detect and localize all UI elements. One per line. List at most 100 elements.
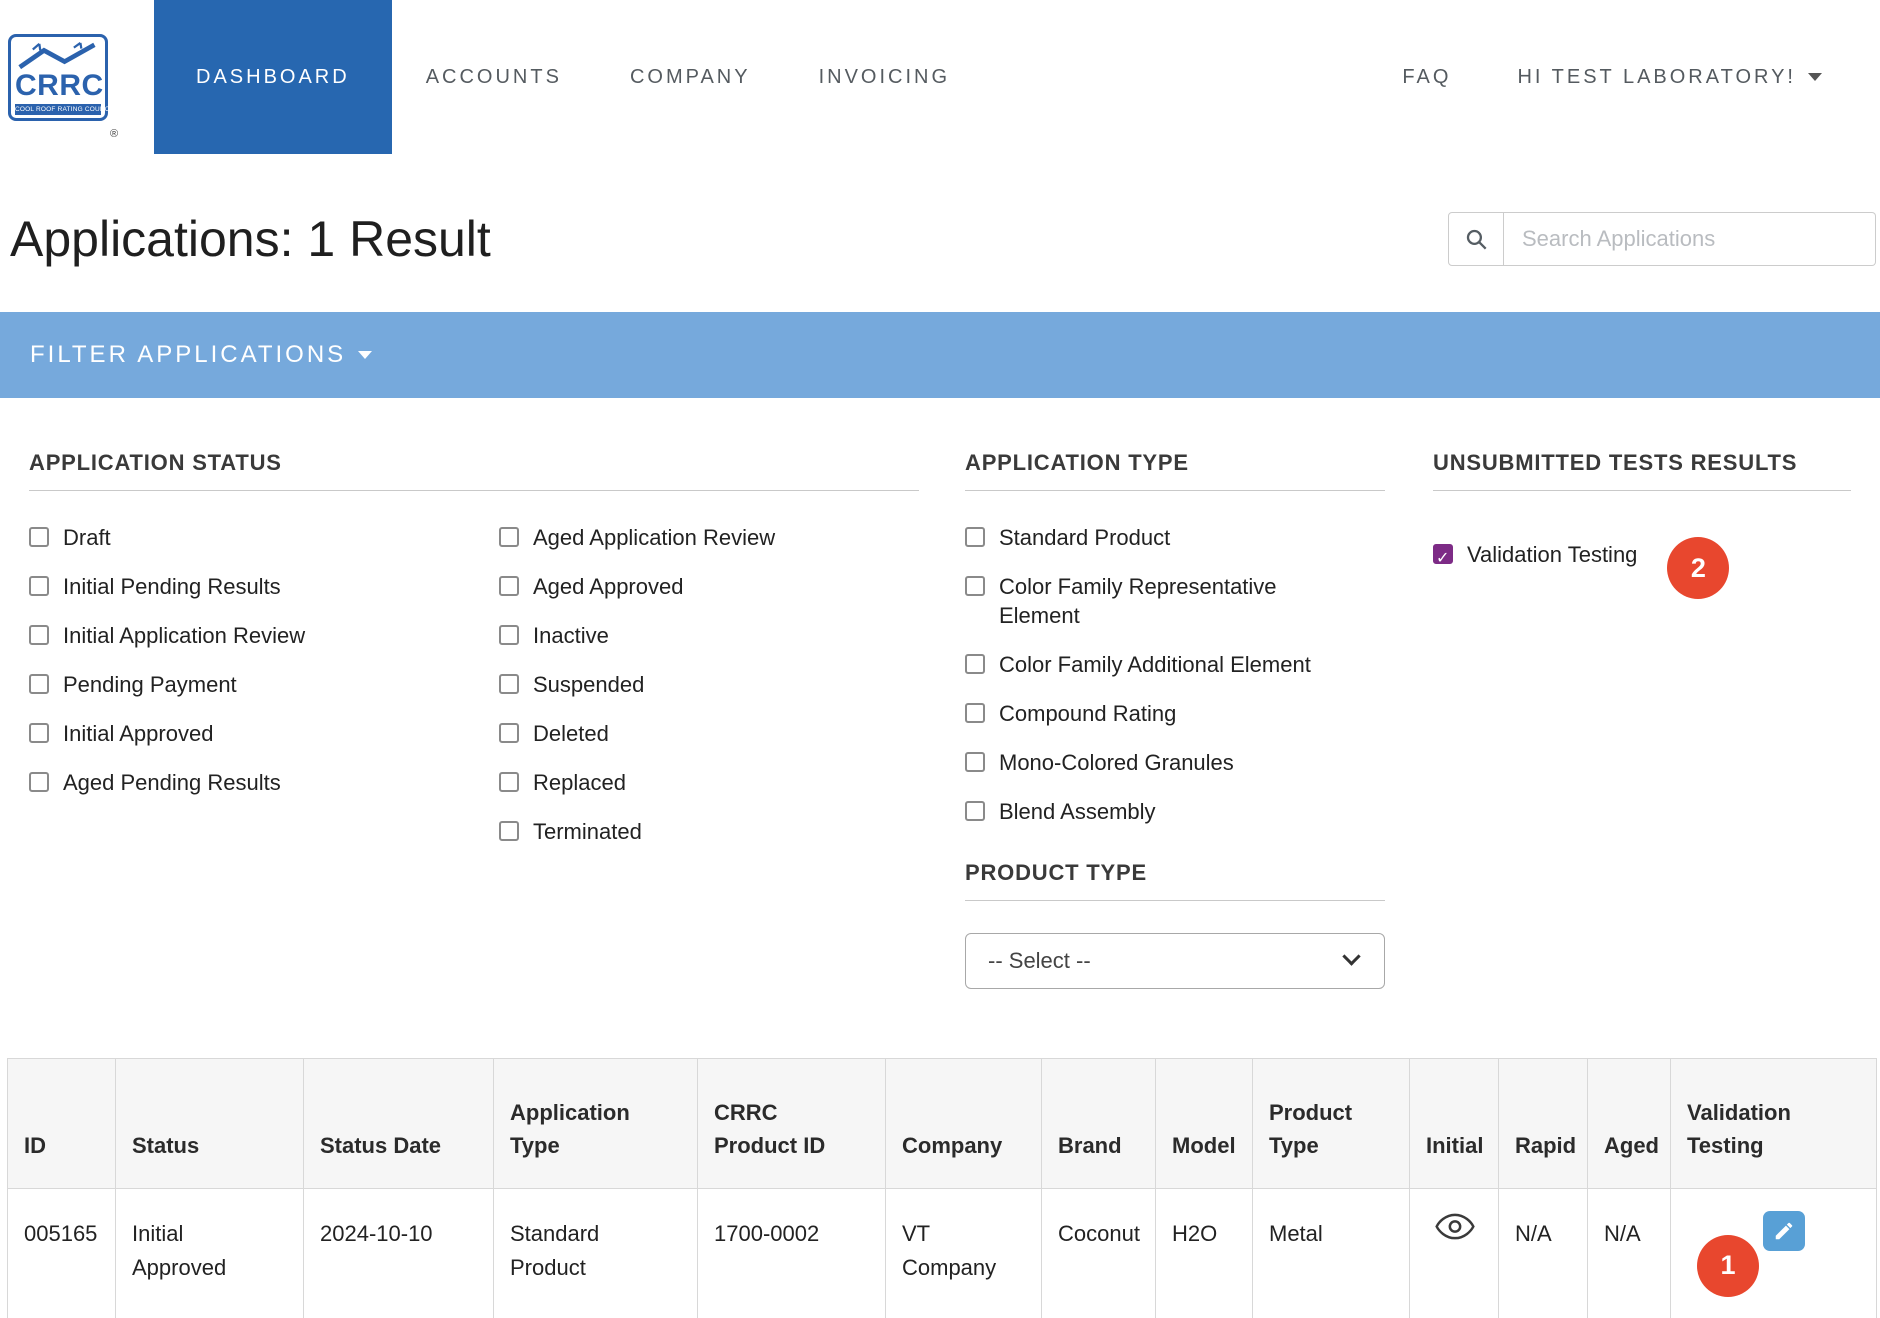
checkbox[interactable] bbox=[965, 703, 985, 723]
checkbox[interactable] bbox=[965, 752, 985, 772]
roof-icon bbox=[15, 42, 101, 70]
checkbox[interactable] bbox=[499, 527, 519, 547]
nav-company[interactable]: COMPANY bbox=[596, 0, 785, 154]
checkbox[interactable] bbox=[499, 576, 519, 596]
cell-brand: Coconut bbox=[1042, 1189, 1156, 1318]
view-initial-button[interactable] bbox=[1435, 1213, 1475, 1243]
checkbox[interactable] bbox=[965, 801, 985, 821]
filter-initial-application-review[interactable]: Initial Application Review bbox=[29, 621, 499, 650]
logo-subtext: COOL ROOF RATING COUNCIL bbox=[15, 104, 101, 115]
checkbox[interactable] bbox=[29, 527, 49, 547]
filter-aged-pending-results[interactable]: Aged Pending Results bbox=[29, 768, 499, 797]
checkbox[interactable] bbox=[29, 576, 49, 596]
unsubmitted-tests-heading: UNSUBMITTED TESTS RESULTS bbox=[1433, 450, 1851, 491]
filter-applications-toggle[interactable]: FILTER APPLICATIONS bbox=[0, 312, 1880, 398]
column-header-company: Company bbox=[886, 1059, 1042, 1189]
cell-initial bbox=[1410, 1189, 1499, 1318]
application-type-section: APPLICATION TYPE Standard Product Color … bbox=[965, 450, 1385, 989]
logo-text: CRRC bbox=[15, 71, 101, 101]
column-header-model: Model bbox=[1156, 1059, 1253, 1189]
nav-faq[interactable]: FAQ bbox=[1402, 66, 1451, 89]
validation-testing-checkbox[interactable] bbox=[1433, 544, 1453, 564]
filter-draft[interactable]: Draft bbox=[29, 523, 499, 552]
filter-initial-pending-results[interactable]: Initial Pending Results bbox=[29, 572, 499, 601]
page-head: Applications: 1 Result bbox=[0, 154, 1880, 268]
search-icon bbox=[1465, 228, 1488, 251]
applications-table: ID Status Status Date Application Type C… bbox=[7, 1058, 1877, 1318]
filter-bar-label: FILTER APPLICATIONS bbox=[30, 341, 346, 369]
product-type-heading: PRODUCT TYPE bbox=[965, 860, 1385, 901]
filter-aged-approved[interactable]: Aged Approved bbox=[499, 572, 919, 601]
filter-terminated[interactable]: Terminated bbox=[499, 817, 919, 846]
filter-panel: APPLICATION STATUS Draft Initial Pending… bbox=[0, 398, 1880, 1058]
cell-application-type: Standard Product bbox=[494, 1189, 698, 1318]
crrc-logo[interactable]: CRRC COOL ROOF RATING COUNCIL ® bbox=[0, 0, 154, 154]
application-status-section: APPLICATION STATUS Draft Initial Pending… bbox=[29, 450, 919, 866]
checkbox[interactable] bbox=[29, 723, 49, 743]
checkbox[interactable] bbox=[29, 674, 49, 694]
checkbox[interactable] bbox=[29, 772, 49, 792]
column-header-application-type: Application Type bbox=[494, 1059, 698, 1189]
column-header-status: Status bbox=[116, 1059, 304, 1189]
cell-aged: N/A bbox=[1588, 1189, 1671, 1318]
filter-initial-approved[interactable]: Initial Approved bbox=[29, 719, 499, 748]
product-type-select[interactable]: -- Select -- bbox=[965, 933, 1385, 989]
nav-dashboard[interactable]: DASHBOARD bbox=[154, 0, 392, 154]
product-type-selected-value: -- Select -- bbox=[988, 948, 1091, 974]
crrc-logo-box: CRRC COOL ROOF RATING COUNCIL bbox=[8, 34, 108, 121]
filter-compound-rating[interactable]: Compound Rating bbox=[965, 699, 1385, 728]
checkbox[interactable] bbox=[499, 772, 519, 792]
nav-invoicing[interactable]: INVOICING bbox=[785, 0, 984, 154]
column-header-id: ID bbox=[8, 1059, 116, 1189]
column-header-crrc-product-id: CRRC Product ID bbox=[698, 1059, 886, 1189]
cell-model: H2O bbox=[1156, 1189, 1253, 1318]
table-row: 005165 Initial Approved 2024-10-10 Stand… bbox=[8, 1189, 1877, 1318]
table-header-row: ID Status Status Date Application Type C… bbox=[8, 1059, 1877, 1189]
filter-blend-assembly[interactable]: Blend Assembly bbox=[965, 797, 1385, 826]
validation-testing-row: Validation Testing 2 bbox=[1433, 523, 1851, 585]
checkbox[interactable] bbox=[499, 674, 519, 694]
chevron-down-icon bbox=[358, 351, 372, 359]
column-header-rapid: Rapid bbox=[1499, 1059, 1588, 1189]
checkbox[interactable] bbox=[965, 654, 985, 674]
checkbox[interactable] bbox=[499, 821, 519, 841]
cell-validation-testing: 1 bbox=[1671, 1189, 1877, 1318]
registered-mark: ® bbox=[110, 128, 118, 140]
search-input[interactable] bbox=[1504, 212, 1876, 266]
filter-validation-testing[interactable]: Validation Testing bbox=[1433, 540, 1637, 569]
filter-deleted[interactable]: Deleted bbox=[499, 719, 919, 748]
filter-standard-product[interactable]: Standard Product bbox=[965, 523, 1385, 552]
unsubmitted-tests-section: UNSUBMITTED TESTS RESULTS Validation Tes… bbox=[1433, 450, 1851, 585]
validation-count-badge: 1 bbox=[1697, 1235, 1759, 1297]
filter-mono-colored-granules[interactable]: Mono-Colored Granules bbox=[965, 748, 1385, 777]
checkbox[interactable] bbox=[29, 625, 49, 645]
filter-pending-payment[interactable]: Pending Payment bbox=[29, 670, 499, 699]
chevron-down-icon bbox=[1808, 73, 1822, 81]
column-header-validation-testing: Validation Testing bbox=[1671, 1059, 1877, 1189]
nav-accounts[interactable]: ACCOUNTS bbox=[392, 0, 596, 154]
status-checkbox-column-2: Aged Application Review Aged Approved In… bbox=[499, 523, 919, 866]
user-menu[interactable]: HI TEST LABORATORY! bbox=[1517, 66, 1822, 89]
application-status-heading: APPLICATION STATUS bbox=[29, 450, 919, 491]
edit-validation-button[interactable] bbox=[1763, 1211, 1805, 1251]
checkbox[interactable] bbox=[965, 576, 985, 596]
search-button[interactable] bbox=[1448, 212, 1504, 266]
application-type-heading: APPLICATION TYPE bbox=[965, 450, 1385, 491]
filter-aged-application-review[interactable]: Aged Application Review bbox=[499, 523, 919, 552]
status-checkbox-column-1: Draft Initial Pending Results Initial Ap… bbox=[29, 523, 499, 866]
unsubmitted-count-badge: 2 bbox=[1667, 537, 1729, 599]
filter-inactive[interactable]: Inactive bbox=[499, 621, 919, 650]
checkbox[interactable] bbox=[965, 527, 985, 547]
nav-right: FAQ HI TEST LABORATORY! bbox=[1402, 0, 1880, 154]
filter-suspended[interactable]: Suspended bbox=[499, 670, 919, 699]
chevron-down-icon bbox=[1342, 947, 1360, 965]
filter-color-family-additional-element[interactable]: Color Family Additional Element bbox=[965, 650, 1385, 679]
cell-product-type: Metal bbox=[1253, 1189, 1410, 1318]
cell-status-date: 2024-10-10 bbox=[304, 1189, 494, 1318]
search-group bbox=[1448, 212, 1876, 266]
filter-replaced[interactable]: Replaced bbox=[499, 768, 919, 797]
user-menu-label: HI TEST LABORATORY! bbox=[1517, 66, 1796, 89]
filter-color-family-representative-element[interactable]: Color Family Representative Element bbox=[965, 572, 1385, 630]
checkbox[interactable] bbox=[499, 723, 519, 743]
checkbox[interactable] bbox=[499, 625, 519, 645]
